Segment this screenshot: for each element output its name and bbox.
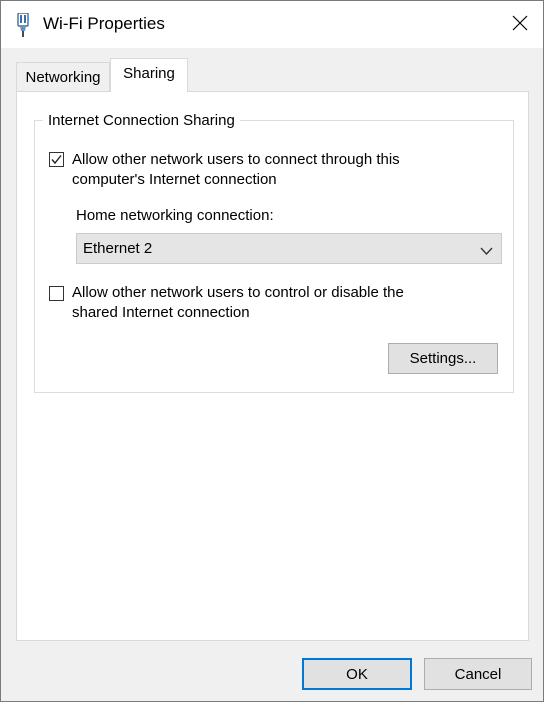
allow-control-line1: Allow other network users to control or …	[72, 284, 404, 301]
window-title: Wi-Fi Properties	[43, 14, 165, 33]
ok-button[interactable]: OK	[302, 658, 412, 690]
close-button[interactable]	[497, 1, 543, 48]
tab-networking-label: Networking	[25, 68, 101, 86]
ics-group-label: Internet Connection Sharing	[43, 112, 240, 129]
allow-connect-line2: computer's Internet connection	[72, 171, 277, 188]
allow-control-checkbox[interactable]	[49, 286, 64, 301]
chevron-down-icon	[480, 243, 493, 255]
tab-sharing-label: Sharing	[123, 65, 175, 82]
close-icon	[512, 15, 528, 35]
checkmark-icon	[51, 155, 62, 165]
allow-connect-label[interactable]: Allow other network users to connect thr…	[72, 150, 400, 190]
cancel-button[interactable]: Cancel	[424, 658, 532, 690]
dialog-window: Wi-Fi Properties Networking Sharing Inte…	[0, 0, 544, 702]
home-connection-value: Ethernet 2	[83, 240, 153, 257]
title-bar: Wi-Fi Properties	[1, 1, 543, 48]
home-connection-dropdown[interactable]: Ethernet 2	[76, 233, 502, 264]
allow-connect-checkbox[interactable]	[49, 152, 64, 167]
network-adapter-icon	[16, 12, 30, 37]
allow-control-line2: shared Internet connection	[72, 304, 250, 321]
allow-connect-line1: Allow other network users to connect thr…	[72, 151, 400, 168]
tab-sharing[interactable]: Sharing	[110, 58, 188, 92]
settings-button[interactable]: Settings...	[388, 343, 498, 374]
home-connection-label: Home networking connection:	[76, 207, 274, 224]
allow-control-label[interactable]: Allow other network users to control or …	[72, 283, 404, 323]
tab-networking[interactable]: Networking	[16, 62, 110, 91]
